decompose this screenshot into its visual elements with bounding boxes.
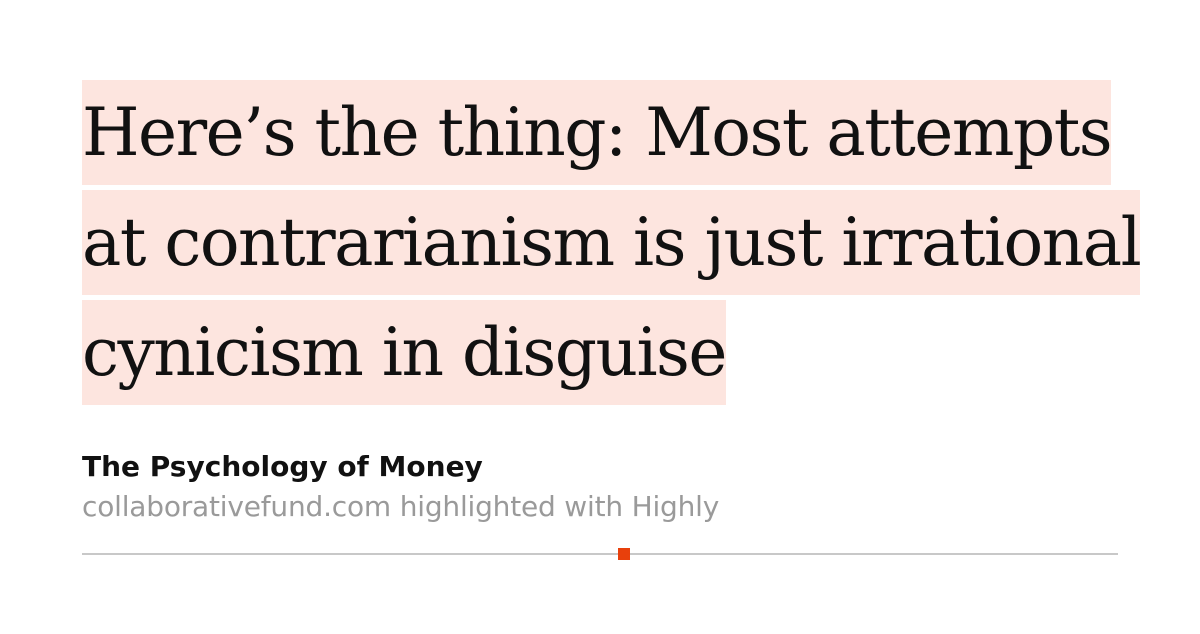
quote-text: Here’s the thing: Most attempts at contr… [82, 78, 1142, 408]
divider-line [82, 553, 1118, 555]
quote-highlight: Here’s the thing: Most attempts at contr… [82, 80, 1142, 405]
source-attribution: collaborativefund.com highlighted with H… [82, 490, 720, 523]
highlighted-quote: Here’s the thing: Most attempts at contr… [82, 78, 1142, 408]
book-title: The Psychology of Money [82, 450, 483, 483]
accent-marker [618, 548, 630, 560]
